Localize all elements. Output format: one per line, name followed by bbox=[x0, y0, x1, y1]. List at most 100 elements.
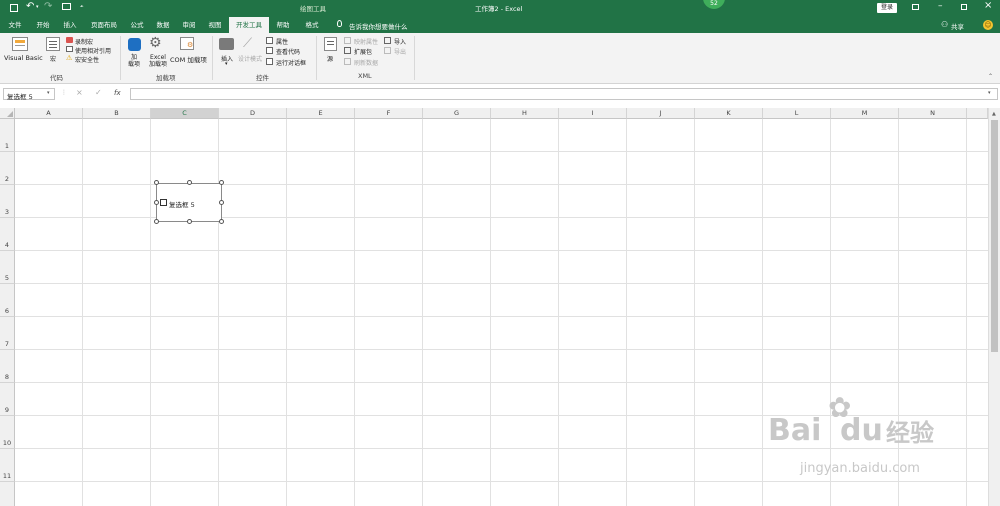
use-relative-reference-button[interactable]: 使用相对引用 bbox=[75, 46, 111, 55]
tab-review[interactable]: 审阅 bbox=[177, 17, 201, 33]
tab-data[interactable]: 数据 bbox=[151, 17, 175, 33]
column-header-n[interactable]: N bbox=[899, 108, 967, 119]
restore-icon[interactable] bbox=[961, 4, 967, 10]
minimize-icon[interactable]: – bbox=[938, 1, 943, 11]
row-header-4[interactable]: 4 bbox=[0, 218, 15, 251]
column-header-g[interactable]: G bbox=[423, 108, 491, 119]
redo-icon[interactable]: ↷ bbox=[44, 1, 52, 12]
open-icon[interactable] bbox=[62, 3, 71, 10]
name-box[interactable]: 复选框 5 ▾ bbox=[3, 88, 55, 101]
column-header-b[interactable]: B bbox=[83, 108, 151, 119]
resize-handle-bottom-left[interactable] bbox=[154, 219, 159, 224]
visual-basic-button[interactable]: Visual Basic bbox=[4, 54, 43, 62]
row-header-11[interactable]: 11 bbox=[0, 449, 15, 482]
enter-icon[interactable]: ✓ bbox=[95, 88, 102, 97]
column-header-h[interactable]: H bbox=[491, 108, 559, 119]
row-header-3[interactable]: 3 bbox=[0, 185, 15, 218]
lightbulb-icon bbox=[337, 20, 342, 27]
column-header-k[interactable]: K bbox=[695, 108, 763, 119]
share-button[interactable]: 共享 bbox=[951, 21, 964, 31]
tab-formulas[interactable]: 公式 bbox=[125, 17, 149, 33]
insert-controls-icon bbox=[219, 38, 234, 50]
column-header-d[interactable]: D bbox=[219, 108, 287, 119]
tab-developer[interactable]: 开发工具 bbox=[229, 17, 269, 33]
view-code-button[interactable]: 查看代码 bbox=[276, 47, 300, 56]
scrollbar-thumb[interactable] bbox=[991, 120, 998, 352]
design-mode-button[interactable]: 设计模式 bbox=[238, 54, 262, 63]
tab-format[interactable]: 格式 bbox=[299, 17, 325, 33]
cancel-icon[interactable]: × bbox=[76, 88, 83, 97]
row-header-6[interactable]: 6 bbox=[0, 284, 15, 317]
row-header-1[interactable]: 1 bbox=[0, 119, 15, 152]
row-header-8[interactable]: 8 bbox=[0, 350, 15, 383]
column-header-m[interactable]: M bbox=[831, 108, 899, 119]
context-tab-label: 绘图工具 bbox=[300, 5, 326, 13]
run-dialog-button[interactable]: 运行对话框 bbox=[276, 58, 306, 67]
vertical-scrollbar[interactable]: ▲ bbox=[988, 108, 1000, 506]
com-addins-button[interactable]: COM 加载项 bbox=[170, 54, 207, 64]
smiley-feedback-icon[interactable]: ☺ bbox=[983, 20, 993, 30]
formula-bar-resize-icon[interactable]: ⋮ bbox=[61, 89, 67, 96]
xml-source-button[interactable]: 源 bbox=[327, 54, 333, 63]
record-macro-button[interactable]: 录制宏 bbox=[75, 37, 93, 46]
name-box-dropdown-icon[interactable]: ▾ bbox=[47, 90, 50, 96]
addins-button[interactable]: 加 载项 bbox=[128, 54, 140, 68]
row-header-7[interactable]: 7 bbox=[0, 317, 15, 350]
column-header-partial[interactable] bbox=[967, 108, 988, 119]
import-button[interactable]: 导入 bbox=[394, 37, 406, 46]
properties-button[interactable]: 属性 bbox=[276, 37, 288, 46]
column-header-f[interactable]: F bbox=[355, 108, 423, 119]
column-header-a[interactable]: A bbox=[15, 108, 83, 119]
collapse-ribbon-icon[interactable]: ⌃ bbox=[988, 73, 993, 80]
tab-view[interactable]: 视图 bbox=[203, 17, 227, 33]
resize-handle-bottom-right[interactable] bbox=[219, 219, 224, 224]
tab-insert[interactable]: 插入 bbox=[58, 17, 82, 33]
tab-home[interactable]: 开始 bbox=[30, 17, 56, 33]
customize-qat-icon[interactable]: ⩡ bbox=[80, 3, 83, 11]
row-header-2[interactable]: 2 bbox=[0, 152, 15, 185]
row-header-9[interactable]: 9 bbox=[0, 383, 15, 416]
resize-handle-middle-left[interactable] bbox=[154, 200, 159, 205]
macros-button[interactable]: 宏 bbox=[50, 54, 56, 63]
checkbox-label: 复选框 5 bbox=[169, 201, 195, 209]
refresh-data-button[interactable]: 刷新数据 bbox=[354, 58, 378, 67]
worksheet-grid[interactable]: A B C D E F G H I J K L M N 1 2 3 4 5 6 … bbox=[0, 108, 988, 506]
ribbon-display-options-icon[interactable] bbox=[912, 4, 919, 10]
checkbox-control[interactable]: 复选框 5 bbox=[156, 183, 222, 222]
save-icon[interactable] bbox=[10, 4, 18, 12]
row-header-5[interactable]: 5 bbox=[0, 251, 15, 284]
insert-dropdown-icon[interactable]: ▾ bbox=[225, 61, 228, 67]
column-header-i[interactable]: I bbox=[559, 108, 627, 119]
row-header-10[interactable]: 10 bbox=[0, 416, 15, 449]
map-properties-button[interactable]: 映射属性 bbox=[354, 37, 378, 46]
select-all-corner[interactable] bbox=[0, 108, 15, 119]
undo-icon[interactable]: ↶ bbox=[26, 1, 34, 12]
column-header-c[interactable]: C bbox=[151, 108, 219, 119]
close-icon[interactable]: × bbox=[984, 0, 992, 11]
resize-handle-bottom-middle[interactable] bbox=[187, 219, 192, 224]
tell-me-search[interactable]: 告诉我你想要做什么 bbox=[349, 21, 408, 31]
resize-handle-top-left[interactable] bbox=[154, 180, 159, 185]
excel-addins-button[interactable]: Excel 加载项 bbox=[149, 54, 167, 68]
column-header-l[interactable]: L bbox=[763, 108, 831, 119]
export-button[interactable]: 导出 bbox=[394, 47, 406, 56]
resize-handle-middle-right[interactable] bbox=[219, 200, 224, 205]
column-header-j[interactable]: J bbox=[627, 108, 695, 119]
expansion-packs-button[interactable]: 扩展包 bbox=[354, 47, 372, 56]
formula-input[interactable]: ▾ bbox=[130, 88, 998, 100]
undo-dropdown-icon[interactable]: ▾ bbox=[36, 4, 39, 10]
checkbox-box[interactable] bbox=[160, 199, 167, 206]
row-header-12[interactable]: 12 bbox=[0, 482, 15, 506]
resize-handle-top-middle[interactable] bbox=[187, 180, 192, 185]
resize-handle-top-right[interactable] bbox=[219, 180, 224, 185]
share-icon[interactable]: ⚇ bbox=[941, 20, 948, 29]
insert-function-icon[interactable]: fx bbox=[114, 89, 121, 97]
tab-help[interactable]: 帮助 bbox=[271, 17, 295, 33]
column-header-e[interactable]: E bbox=[287, 108, 355, 119]
expand-formula-bar-icon[interactable]: ▾ bbox=[988, 90, 991, 96]
tab-page-layout[interactable]: 页面布局 bbox=[86, 17, 122, 33]
macro-security-button[interactable]: 宏安全性 bbox=[75, 55, 99, 64]
login-button[interactable]: 登录 bbox=[877, 3, 897, 13]
tab-file[interactable]: 文件 bbox=[4, 17, 26, 33]
scroll-up-icon[interactable]: ▲ bbox=[992, 111, 996, 117]
